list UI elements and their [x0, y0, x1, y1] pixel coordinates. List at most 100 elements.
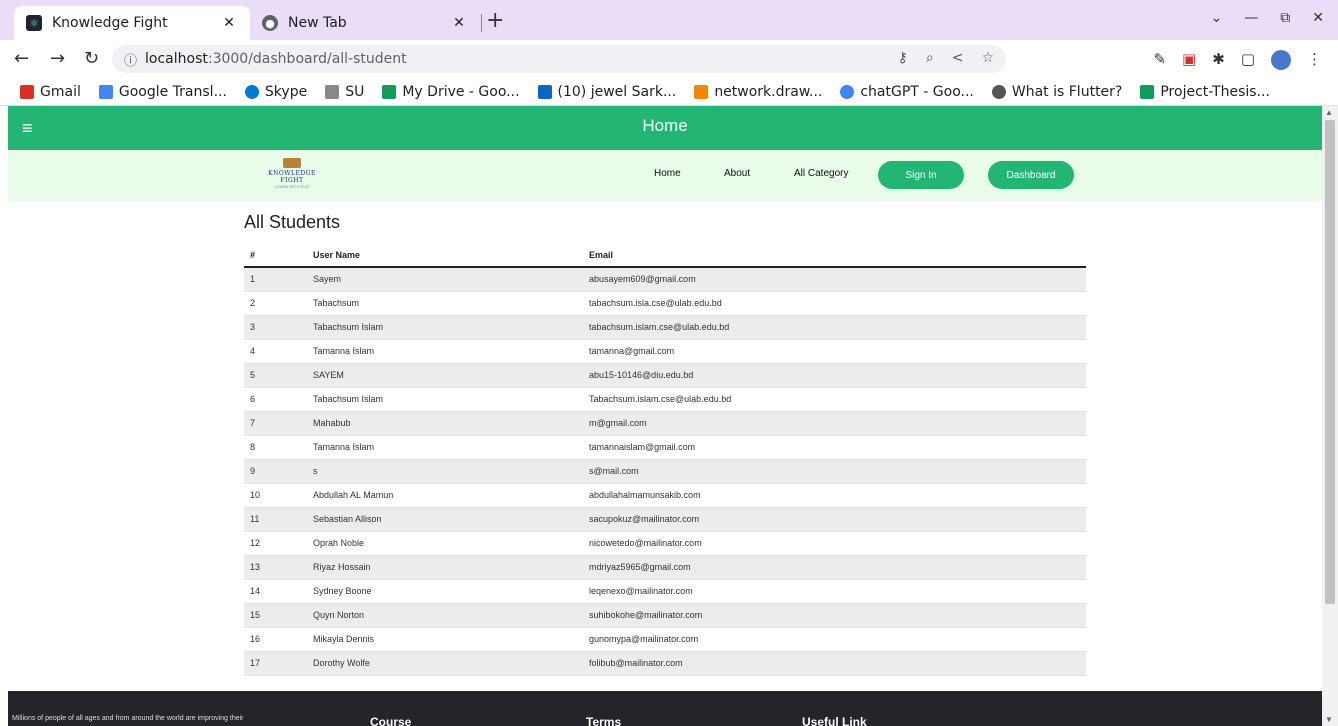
browser-tab-strip: ⚛ Knowledge Fight ✕ ● New Tab ✕ + ⌄ — ⧉ … [0, 0, 1338, 40]
browser-toolbar: ← → ↻ ⓘ localhost:3000/dashboard/all-stu… [0, 40, 1338, 78]
nav-link-home[interactable]: Home [654, 168, 681, 179]
linkedin-icon [537, 84, 552, 99]
table-row: 2 Tabachsum tabachsum.isla.cse@ulab.edu.bd [244, 291, 1086, 316]
logo-subtitle: LEARN WITH FUN [275, 184, 309, 189]
cell-number: 16 [244, 627, 313, 652]
cell-number: 9 [244, 459, 313, 484]
table-row: 4 Tamanna Islam tamanna@gmail.com [244, 339, 1086, 364]
bookmark-item[interactable]: Project-Thesis... [1140, 84, 1270, 100]
cell-number: 6 [244, 387, 313, 412]
scrollbar-thumb[interactable] [1325, 120, 1335, 604]
zoom-icon[interactable]: ⌕ [926, 50, 934, 66]
puzzle-icon[interactable]: ✱ [1212, 50, 1225, 70]
cell-email: m@gmail.com [589, 411, 1086, 436]
bookmark-item[interactable]: What is Flutter? [991, 83, 1123, 100]
app-bar: ≡ Home [8, 106, 1322, 150]
table-header-row: # User Name Email [244, 243, 1086, 268]
table-row: 3 Tabachsum Islam tabachsum.islam.cse@ulab… [244, 315, 1086, 340]
chrome-icon: ● [262, 15, 278, 31]
footer-heading-terms: Terms [586, 715, 622, 726]
cell-email: folibub@mailinator.com [589, 651, 1086, 676]
cell-number: 3 [244, 315, 313, 340]
close-icon[interactable]: ✕ [450, 15, 468, 31]
openai-icon [991, 84, 1006, 99]
dashboard-button[interactable]: Dashboard [988, 161, 1074, 189]
cell-email: gunomypa@mailinator.com [589, 627, 1086, 652]
cell-user-name: Tabachsum [313, 291, 589, 316]
cell-user-name: Sydney Boone [313, 579, 589, 604]
browser-tab-new-tab[interactable]: ● New Tab ✕ [250, 6, 480, 40]
cell-email: abu15-10146@diu.edu.bd [589, 363, 1086, 388]
bookmark-label: My Drive - Goo... [402, 83, 520, 100]
page-scrollbar[interactable]: ▲ ▼ [1322, 106, 1338, 726]
menu-kebab-icon[interactable]: ⋮ [1307, 50, 1322, 70]
info-icon[interactable]: ⓘ [124, 50, 137, 69]
tab-divider [481, 14, 482, 32]
cell-number: 5 [244, 363, 313, 388]
table-row: 17 Dorothy Wolfe folibub@mailinator.com [244, 651, 1086, 676]
bookmark-label: What is Flutter? [1011, 83, 1123, 100]
video-extension-icon[interactable]: ▣ [1182, 50, 1196, 70]
cell-email: Tabachsum.islam.cse@ulab.edu.bd [589, 387, 1086, 412]
side-panel-icon[interactable]: ▢ [1241, 50, 1255, 70]
close-icon[interactable]: ✕ [220, 15, 238, 31]
cell-number: 4 [244, 339, 313, 364]
scroll-up-icon[interactable]: ▲ [1325, 108, 1333, 117]
forward-icon[interactable]: → [50, 48, 65, 69]
key-icon[interactable]: ⚷ [898, 50, 908, 66]
cell-user-name: SAYEM [313, 363, 589, 388]
bookmark-item[interactable]: Gmail [20, 84, 81, 100]
nav-link-all-category[interactable]: All Category [794, 168, 848, 179]
new-tab-button[interactable]: + [486, 8, 504, 33]
bookmark-item[interactable]: SU [325, 84, 364, 100]
table-row: 14 Sydney Boone leqenexo@mailinator.com [244, 579, 1086, 604]
bookmark-item[interactable]: Skype [244, 84, 307, 100]
omnibox-actions: ⚷ ⌕ < ☆ [898, 50, 994, 66]
cell-number: 1 [244, 267, 313, 292]
bookmark-item[interactable]: My Drive - Goo... [382, 83, 520, 100]
table-row: 8 Tamanna Islam tamannaislam@gmail.com [244, 435, 1086, 460]
bookmark-item[interactable]: Google Transl... [98, 84, 227, 100]
restore-icon[interactable]: ⧉ [1280, 10, 1290, 26]
table-row: 5 SAYEM abu15-10146@diu.edu.bd [244, 363, 1086, 388]
share-icon[interactable]: < [952, 50, 964, 66]
cell-email: tabachsum.islam.cse@ulab.edu.bd [589, 315, 1086, 340]
dropper-extension-icon[interactable]: ✎ [1153, 50, 1166, 70]
minimize-icon[interactable]: — [1244, 10, 1258, 26]
url-host: localhost [145, 51, 208, 67]
sign-in-button[interactable]: Sign In [878, 161, 964, 189]
cell-user-name: Dorothy Wolfe [313, 651, 589, 676]
profile-avatar[interactable] [1271, 50, 1291, 70]
react-icon: ⚛ [26, 15, 42, 31]
table-row: 1 Sayem abusayem609@gmail.com [244, 267, 1086, 292]
scroll-down-icon[interactable]: ▼ [1325, 715, 1333, 724]
url-path: :3000/dashboard/all-student [207, 51, 407, 67]
bookmark-label: Gmail [40, 83, 81, 100]
close-window-icon[interactable]: ✕ [1312, 10, 1324, 26]
back-icon[interactable]: ← [14, 48, 29, 69]
cell-number: 7 [244, 411, 313, 436]
bookmark-item[interactable]: chatGPT - Goo... [840, 84, 974, 100]
footer-description: Millions of people of all ages and from … [12, 715, 244, 722]
cell-user-name: Tamanna Islam [313, 339, 589, 364]
site-logo[interactable]: KNOWLEDGE FIGHT LEARN WITH FUN [262, 158, 322, 194]
cell-user-name: Mikayla Dennis [313, 627, 589, 652]
address-bar[interactable]: ⓘ localhost:3000/dashboard/all-student ⚷… [112, 45, 1006, 73]
reload-icon[interactable]: ↻ [84, 48, 99, 69]
table-row: 10 Abdullah AL Mamun abdullahalmamunsakib.… [244, 483, 1086, 508]
cell-user-name: Quyn Norton [313, 603, 589, 628]
gmail-icon [20, 84, 34, 99]
bookmark-star-icon[interactable]: ☆ [981, 50, 994, 66]
browser-tab-knowledge-fight[interactable]: ⚛ Knowledge Fight ✕ [14, 6, 250, 40]
bookmark-item[interactable]: (10) jewel Sark... [537, 84, 676, 100]
tab-search-icon[interactable]: ⌄ [1211, 10, 1223, 26]
bookmark-item[interactable]: network.draw... [694, 84, 822, 100]
students-table: # User Name Email 1 Sayem abusayem609@gmai… [244, 243, 1086, 676]
drawio-icon [694, 84, 709, 99]
cell-user-name: Tabachsum Islam [313, 387, 589, 412]
table-row: 6 Tabachsum Islam Tabachsum.islam.cse@ulab… [244, 387, 1086, 412]
nav-link-about[interactable]: About [724, 168, 750, 179]
cell-user-name: Tamanna Islam [313, 435, 589, 460]
column-header-user-name: User Name [313, 243, 589, 268]
drive-icon [1140, 84, 1155, 99]
